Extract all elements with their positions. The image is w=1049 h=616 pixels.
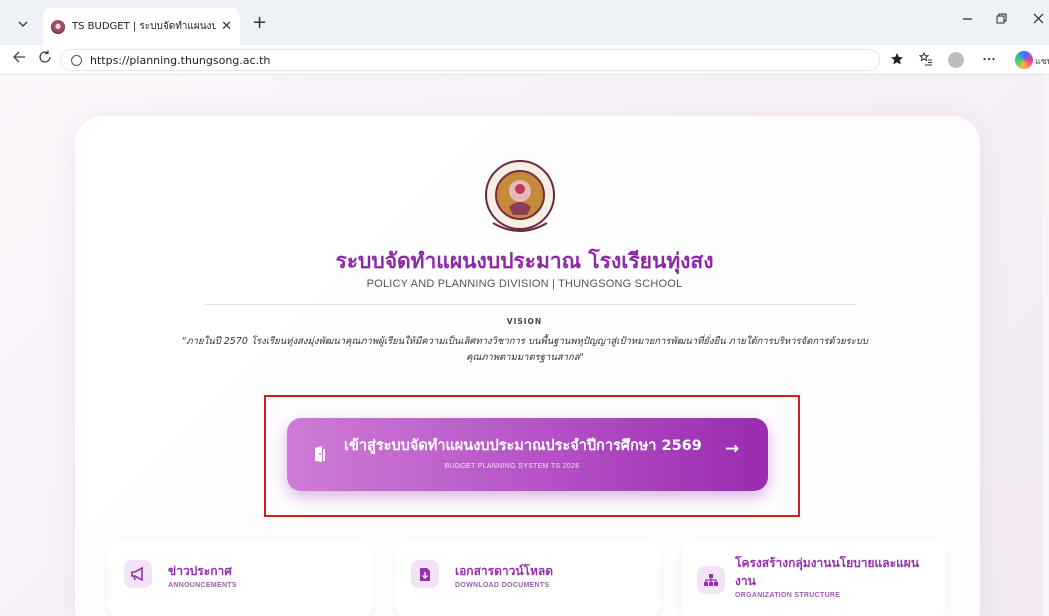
file-download-icon bbox=[411, 560, 439, 588]
back-icon[interactable] bbox=[12, 50, 26, 68]
browser-tab[interactable]: TS BUDGET | ระบบจัดทำแผนงบประมาณ ✕ bbox=[43, 8, 240, 45]
address-bar-row: https://planning.thungsong.ac.th แชท bbox=[0, 45, 1049, 75]
arrow-right-icon: → bbox=[725, 439, 740, 459]
tab-dropdown-icon[interactable] bbox=[11, 14, 35, 34]
favorites-list-icon[interactable] bbox=[918, 51, 933, 70]
school-logo bbox=[465, 153, 575, 243]
copilot-label[interactable]: แชท bbox=[1035, 54, 1049, 68]
profile-icon[interactable] bbox=[948, 52, 964, 68]
page-subtitle: POLICY AND PLANNING DIVISION | THUNGSONG… bbox=[366, 278, 683, 290]
favorite-star-icon[interactable] bbox=[890, 52, 904, 70]
org-structure-subtitle: ORGANIZATION STRUCTURE bbox=[735, 592, 841, 599]
org-chart-icon bbox=[697, 566, 725, 594]
downloads-title: เอกสารดาวน์โหลด bbox=[455, 564, 554, 578]
tab-close-icon[interactable]: ✕ bbox=[221, 19, 232, 34]
refresh-icon[interactable] bbox=[38, 50, 52, 68]
org-structure-title: โครงสร้างกลุ่มงานนโยบายและแผนงาน bbox=[735, 556, 920, 588]
divider bbox=[205, 304, 855, 305]
enter-system-label: เข้าสู่ระบบจัดทำแผนงบประมาณประจำปีการศึก… bbox=[344, 438, 702, 454]
enter-system-sublabel: BUDGET PLANNING SYSTEM TS 2026 bbox=[444, 463, 580, 470]
copilot-icon[interactable] bbox=[1015, 51, 1033, 69]
tab-title: TS BUDGET | ระบบจัดทำแผนงบประมาณ bbox=[72, 21, 217, 32]
scrollbar[interactable] bbox=[1043, 75, 1049, 616]
megaphone-icon bbox=[124, 560, 152, 588]
new-tab-button[interactable]: + bbox=[252, 14, 267, 32]
browser-tab-bar: TS BUDGET | ระบบจัดทำแผนงบประมาณ ✕ + bbox=[0, 0, 1049, 45]
announcements-card[interactable]: ข่าวประกาศ ANNOUNCEMENTS bbox=[108, 540, 373, 616]
door-icon bbox=[313, 445, 327, 463]
downloads-card[interactable]: เอกสารดาวน์โหลด DOWNLOAD DOCUMENTS bbox=[395, 540, 660, 616]
downloads-subtitle: DOWNLOAD DOCUMENTS bbox=[455, 582, 550, 589]
close-icon[interactable] bbox=[1033, 10, 1044, 28]
vision-label: VISION bbox=[506, 317, 543, 326]
enter-system-button[interactable]: เข้าสู่ระบบจัดทำแผนงบประมาณประจำปีการศึก… bbox=[287, 418, 768, 491]
announcements-subtitle: ANNOUNCEMENTS bbox=[168, 582, 237, 589]
minimize-icon[interactable] bbox=[962, 10, 973, 28]
more-icon[interactable] bbox=[982, 52, 996, 70]
announcements-title: ข่าวประกาศ bbox=[168, 564, 232, 578]
restore-icon[interactable] bbox=[996, 10, 1007, 28]
org-structure-card[interactable]: โครงสร้างกลุ่มงานนโยบายและแผนงาน ORGANIZ… bbox=[681, 540, 946, 616]
url-input[interactable]: https://planning.thungsong.ac.th bbox=[60, 49, 880, 71]
favicon-icon bbox=[51, 19, 65, 34]
page-title: ระบบจัดทำแผนงบประมาณ โรงเรียนทุ่งสง bbox=[335, 249, 714, 273]
url-text: https://planning.thungsong.ac.th bbox=[90, 53, 271, 67]
lock-icon[interactable] bbox=[71, 54, 82, 66]
vision-statement: "ภายในปี 2570 โรงเรียนทุ่งสงมุ่งพัฒนาคุณ… bbox=[182, 336, 868, 363]
